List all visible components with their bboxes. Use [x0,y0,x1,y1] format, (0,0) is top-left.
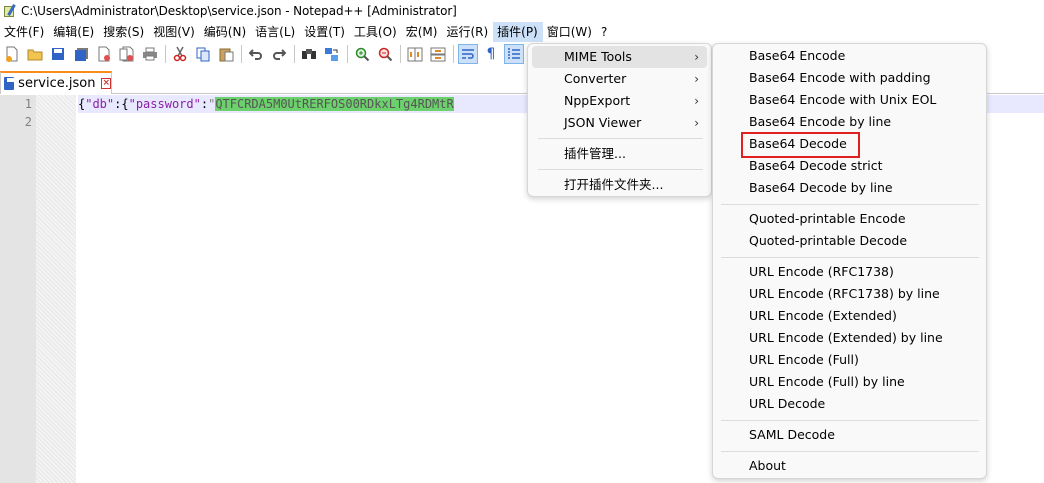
menu-separator [538,169,703,170]
menu-item-url-encode-rfc1738[interactable]: URL Encode (RFC1738) [749,261,979,283]
menu-separator [538,138,703,139]
close-all-icon[interactable] [117,44,137,64]
menu-item-url-encode-full-by-line[interactable]: URL Encode (Full) by line [749,371,979,393]
close-icon[interactable] [94,44,114,64]
selected-password-value: QTFCRDA5M0UtRERFOS00RDkxLTg4RDMtR [215,97,454,111]
json-punct: :{ [114,97,129,111]
chevron-right-icon: › [694,94,699,108]
menu-item-plugin-admin[interactable]: 插件管理... [532,143,707,165]
menu-item-base64-decode-strict[interactable]: Base64 Decode strict [749,155,979,177]
menu-item-saml-decode[interactable]: SAML Decode [749,424,979,446]
copy-icon[interactable] [193,44,213,64]
undo-icon[interactable] [246,44,266,64]
toolbar-separator [294,45,295,63]
zoom-in-icon[interactable] [352,44,372,64]
menu-item-qp-decode[interactable]: Quoted-printable Decode [749,230,979,252]
toolbar-separator [165,45,166,63]
sync-v-icon[interactable] [405,44,425,64]
sync-h-icon[interactable] [428,44,448,64]
menu-separator [721,204,979,205]
menu-macro[interactable]: 宏(M) [402,22,443,42]
new-file-icon[interactable] [2,44,22,64]
menu-item-about[interactable]: About [749,455,979,477]
chevron-right-icon: › [694,72,699,86]
menu-item-base64-encode-by-line[interactable]: Base64 Encode by line [749,111,979,133]
menu-item-label: 打开插件文件夹... [564,177,664,192]
word-wrap-icon[interactable] [458,44,478,64]
menu-bar: 文件(F) 编辑(E) 搜索(S) 视图(V) 编码(N) 语言(L) 设置(T… [0,22,1044,42]
menu-help[interactable]: ? [597,22,612,42]
line-number: 2 [24,115,32,129]
menu-item-qp-encode[interactable]: Quoted-printable Encode [749,208,979,230]
menu-item-url-decode[interactable]: URL Decode [749,393,979,415]
menu-item-base64-encode[interactable]: Base64 Encode [749,45,979,67]
save-all-icon[interactable] [71,44,91,64]
menu-item-label: JSON Viewer [564,115,642,130]
notepadpp-app-icon [3,4,17,18]
replace-icon[interactable] [322,44,342,64]
menu-item-label: Converter [564,71,627,86]
toolbar-separator [453,45,454,63]
menu-item-base64-decode-by-line[interactable]: Base64 Decode by line [749,177,979,199]
menu-item-json-viewer[interactable]: JSON Viewer › [532,112,707,134]
menu-separator [721,420,979,421]
menu-window[interactable]: 窗口(W) [543,22,597,42]
chevron-right-icon: › [694,50,699,64]
redo-icon[interactable] [269,44,289,64]
menu-item-nppexport[interactable]: NppExport › [532,90,707,112]
menu-item-url-encode-rfc1738-by-line[interactable]: URL Encode (RFC1738) by line [749,283,979,305]
fold-margin[interactable] [36,95,76,483]
zoom-out-icon[interactable] [375,44,395,64]
window-title: C:\Users\Administrator\Desktop\service.j… [21,4,457,18]
menu-encoding[interactable]: 编码(N) [200,22,251,42]
menu-item-mime-tools[interactable]: MIME Tools › [532,46,707,68]
menu-search[interactable]: 搜索(S) [99,22,149,42]
show-all-chars-icon[interactable]: ¶ [481,44,501,64]
menu-tools[interactable]: 工具(O) [350,22,402,42]
mime-tools-submenu: Base64 Encode Base64 Encode with padding… [712,43,987,479]
menu-settings[interactable]: 设置(T) [300,22,350,42]
json-colon: : [200,97,209,111]
json-key-password: "password" [128,97,201,111]
tab-service-json[interactable]: service.json × [0,71,112,94]
open-file-icon[interactable] [25,44,45,64]
menu-edit[interactable]: 编辑(E) [49,22,99,42]
menu-item-url-encode-full[interactable]: URL Encode (Full) [749,349,979,371]
saved-file-icon [4,77,15,90]
tab-label: service.json [18,76,96,91]
line-number: 1 [24,97,32,111]
print-icon[interactable] [140,44,160,64]
save-icon[interactable] [48,44,68,64]
menu-item-base64-encode-padding[interactable]: Base64 Encode with padding [749,67,979,89]
menu-separator [721,451,979,452]
menu-item-label: MIME Tools [564,49,632,64]
menu-item-label: 插件管理... [564,146,626,161]
menu-plugins[interactable]: 插件(P) [493,22,543,42]
menu-item-open-plugins-folder[interactable]: 打开插件文件夹... [532,174,707,196]
json-key-db: "db" [85,97,115,111]
find-icon[interactable] [299,44,319,64]
paste-icon[interactable] [216,44,236,64]
plugins-menu: MIME Tools › Converter › NppExport › JSON V… [527,43,712,197]
title-bar: C:\Users\Administrator\Desktop\service.j… [0,0,1044,22]
menu-item-url-encode-extended[interactable]: URL Encode (Extended) [749,305,979,327]
toolbar-separator [241,45,242,63]
menu-item-base64-encode-unix-eol[interactable]: Base64 Encode with Unix EOL [749,89,979,111]
toolbar-separator [347,45,348,63]
menu-separator [721,257,979,258]
menu-language[interactable]: 语言(L) [251,22,300,42]
menu-file[interactable]: 文件(F) [0,22,49,42]
cut-icon[interactable] [170,44,190,64]
line-number-gutter: 1 2 [0,95,36,483]
menu-item-url-encode-extended-by-line[interactable]: URL Encode (Extended) by line [749,327,979,349]
menu-item-label: NppExport [564,93,631,108]
tab-close-icon[interactable]: × [101,78,111,89]
chevron-right-icon: › [694,116,699,130]
highlight-annotation-box [741,132,860,158]
menu-view[interactable]: 视图(V) [149,22,200,42]
toolbar-separator [400,45,401,63]
menu-run[interactable]: 运行(R) [442,22,493,42]
menu-item-converter[interactable]: Converter › [532,68,707,90]
indent-guide-icon[interactable] [504,44,524,64]
